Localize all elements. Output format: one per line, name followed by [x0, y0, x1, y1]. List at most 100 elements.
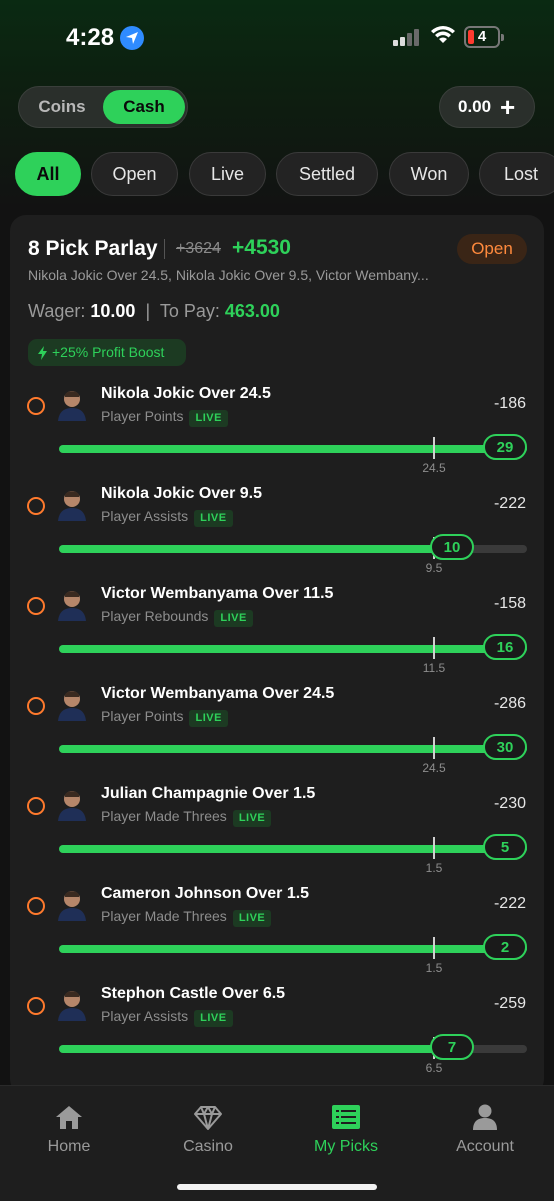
- pick-name: Nikola Jokic Over 9.5: [101, 485, 262, 502]
- location-arrow-icon: [120, 26, 144, 50]
- picks-icon: [332, 1105, 360, 1129]
- line-marker: [433, 437, 435, 459]
- player-avatar: [58, 491, 86, 521]
- pick-row[interactable]: Victor Wembanyama Over 24.5 Player Points…: [10, 675, 544, 775]
- line-value: 6.5: [425, 1061, 443, 1075]
- progress-track: 1.5 5: [59, 834, 527, 875]
- home-indicator[interactable]: [177, 1184, 377, 1190]
- pick-market: Player Rebounds LIVE: [101, 608, 253, 627]
- pick-row[interactable]: Nikola Jokic Over 24.5 Player Points LIVE -…: [10, 375, 544, 475]
- pick-odds: -259: [493, 995, 526, 1012]
- filter-settled[interactable]: Settled: [276, 152, 378, 196]
- balance-value: 0.00: [458, 97, 492, 116]
- current-stat: 2: [483, 934, 527, 960]
- player-avatar: [58, 691, 86, 721]
- pick-odds: -230: [493, 795, 526, 812]
- progress-bar: [59, 845, 527, 853]
- cellular-signal-icon: [393, 28, 423, 46]
- parlay-description: Nikola Jokic Over 24.5, Nikola Jokic Ove…: [28, 267, 429, 283]
- market-label: Player Made Threes: [101, 808, 227, 824]
- wager-summary: Wager: 10.00 | To Pay: 463.00: [28, 301, 280, 322]
- status-circle-icon: [27, 697, 45, 715]
- nav-casino-label: Casino: [183, 1138, 233, 1155]
- line-value: 1.5: [425, 861, 443, 875]
- pick-name: Victor Wembanyama Over 24.5: [101, 685, 335, 702]
- pick-row[interactable]: Julian Champagnie Over 1.5 Player Made Th…: [10, 775, 544, 875]
- pick-market: Player Made Threes LIVE: [101, 908, 272, 927]
- pick-odds: -222: [493, 895, 526, 912]
- current-stat: 16: [483, 634, 527, 660]
- live-badge: LIVE: [194, 510, 233, 527]
- line-marker: [433, 837, 435, 859]
- line-marker: [433, 737, 435, 759]
- battery-level: 4: [477, 28, 487, 45]
- filter-open[interactable]: Open: [91, 152, 178, 196]
- pick-market: Player Made Threes LIVE: [101, 808, 272, 827]
- pick-row[interactable]: Stephon Castle Over 6.5 Player Assists LIV…: [10, 975, 544, 1075]
- coins-option[interactable]: Coins: [23, 90, 101, 124]
- progress-bar: [59, 1045, 452, 1053]
- filter-won[interactable]: Won: [389, 152, 469, 196]
- status-circle-icon: [27, 597, 45, 615]
- progress-bar: [59, 645, 527, 653]
- pick-market: Player Points LIVE: [101, 408, 228, 427]
- nav-account-label: Account: [456, 1138, 514, 1155]
- pick-market: Player Points LIVE: [101, 708, 228, 727]
- nav-my-picks-label: My Picks: [314, 1138, 378, 1155]
- live-badge: LIVE: [189, 710, 228, 727]
- pick-name: Victor Wembanyama Over 11.5: [101, 585, 334, 602]
- pick-odds: -222: [493, 495, 526, 512]
- nav-casino[interactable]: Casino: [139, 1086, 277, 1166]
- player-avatar: [58, 591, 86, 621]
- diamond-icon: [194, 1106, 222, 1130]
- battery-icon: 4: [464, 26, 504, 48]
- line-marker: [433, 937, 435, 959]
- status-circle-icon: [27, 397, 45, 415]
- progress-track: 24.5 30: [59, 734, 527, 775]
- currency-toggle[interactable]: Coins Cash: [18, 86, 188, 128]
- parlay-card[interactable]: 8 Pick Parlay +3624 +4530 Open Nikola Jo…: [10, 215, 544, 1095]
- pick-odds: -186: [493, 395, 526, 412]
- profit-boost-label: +25% Profit Boost: [52, 344, 165, 360]
- market-label: Player Points: [101, 408, 184, 424]
- live-badge: LIVE: [194, 1010, 233, 1027]
- to-pay-label: To Pay:: [159, 301, 220, 321]
- current-stat: 7: [430, 1034, 474, 1060]
- filter-live[interactable]: Live: [189, 152, 266, 196]
- filter-lost[interactable]: Lost: [479, 152, 554, 196]
- filter-all[interactable]: All: [15, 152, 81, 196]
- nav-home-label: Home: [47, 1138, 91, 1155]
- live-badge: LIVE: [189, 410, 228, 427]
- to-pay-amount: 463.00: [224, 301, 280, 321]
- divider: |: [140, 301, 156, 321]
- pick-market: Player Assists LIVE: [101, 508, 233, 527]
- status-circle-icon: [27, 997, 45, 1015]
- lightning-icon: [38, 346, 47, 360]
- pick-row[interactable]: Nikola Jokic Over 9.5 Player Assists LIVE -…: [10, 475, 544, 575]
- balance-button[interactable]: 0.00 +: [439, 86, 535, 128]
- nav-home[interactable]: Home: [0, 1086, 138, 1166]
- market-label: Player Made Threes: [101, 908, 227, 924]
- live-badge: LIVE: [214, 610, 253, 627]
- current-stat: 30: [483, 734, 527, 760]
- nav-account[interactable]: Account: [416, 1086, 554, 1166]
- pick-row[interactable]: Cameron Johnson Over 1.5 Player Made Thre…: [10, 875, 544, 975]
- cash-option[interactable]: Cash: [103, 90, 185, 124]
- current-stat: 29: [483, 434, 527, 460]
- live-badge: LIVE: [232, 810, 272, 827]
- progress-bar: [59, 445, 527, 453]
- market-label: Player Rebounds: [101, 608, 209, 624]
- pick-odds: -158: [493, 595, 526, 612]
- player-avatar: [58, 991, 86, 1021]
- nav-my-picks[interactable]: My Picks: [277, 1086, 415, 1166]
- progress-bar: [59, 945, 527, 953]
- status-badge: Open: [457, 234, 527, 264]
- line-marker: [433, 637, 435, 659]
- profit-boost-badge: +25% Profit Boost: [28, 339, 186, 366]
- status-circle-icon: [27, 897, 45, 915]
- pick-row[interactable]: Victor Wembanyama Over 11.5 Player Reboun…: [10, 575, 544, 675]
- boosted-odds: +4530: [232, 236, 291, 259]
- player-avatar: [58, 891, 86, 921]
- progress-track: 1.5 2: [59, 934, 527, 975]
- wifi-icon: [431, 26, 455, 43]
